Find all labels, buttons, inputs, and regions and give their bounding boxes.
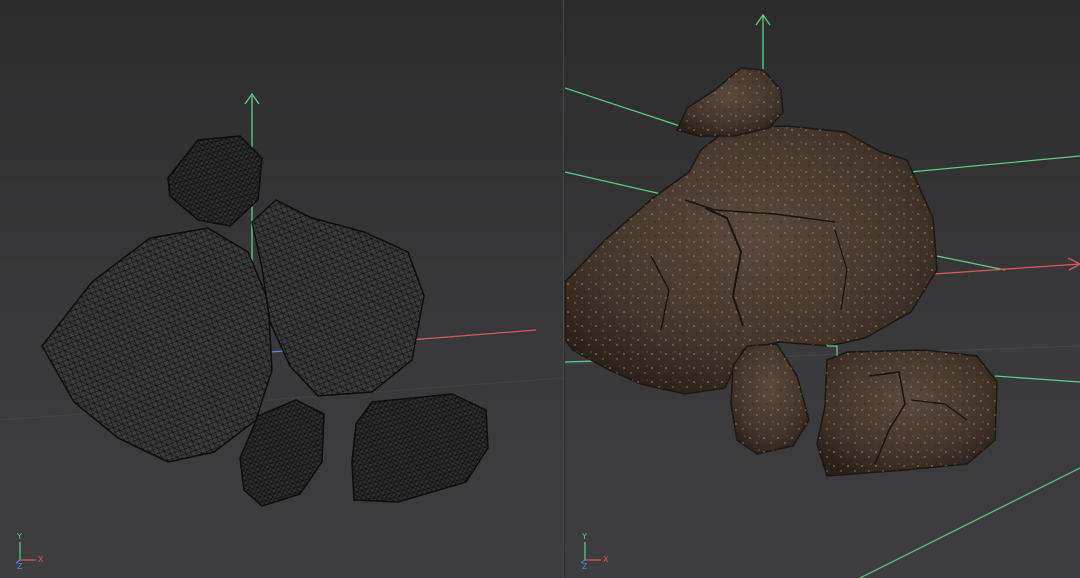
viewport-right-textured[interactable]: Y X Z	[565, 0, 1080, 578]
axis-label-y: Y	[17, 532, 22, 541]
textured-rock-small	[730, 343, 810, 455]
guide-line-6	[859, 467, 1080, 578]
textured-rock-bottom-right	[816, 349, 998, 477]
guide-line-3	[909, 155, 1080, 173]
axis-label-x: X	[38, 555, 44, 564]
wire-rock-large-right	[251, 199, 425, 397]
viewport-left-wireframe[interactable]: Y X Z	[0, 0, 563, 578]
wire-rock-top	[167, 135, 263, 227]
axis-label-z: Z	[582, 562, 588, 571]
axis-label-x: X	[603, 555, 609, 564]
guide-line-1	[565, 87, 681, 127]
wire-rock-large-left	[41, 227, 273, 463]
guide-line-4	[936, 255, 1006, 271]
textured-scene[interactable]	[565, 0, 1080, 578]
viewport-layout: Y X Z Y X Z	[0, 0, 1080, 578]
textured-rock-top	[675, 67, 784, 137]
axis-label-y: Y	[582, 532, 587, 541]
wire-rock-bottom-right	[351, 393, 489, 503]
axis-gizmo-left: Y X Z	[14, 532, 48, 571]
wireframe-scene[interactable]	[0, 0, 563, 578]
guide-line-5	[994, 375, 1080, 383]
axis-label-z: Z	[17, 562, 23, 571]
axis-x-line	[409, 329, 537, 341]
axis-gizmo-right: Y X Z	[579, 532, 613, 571]
